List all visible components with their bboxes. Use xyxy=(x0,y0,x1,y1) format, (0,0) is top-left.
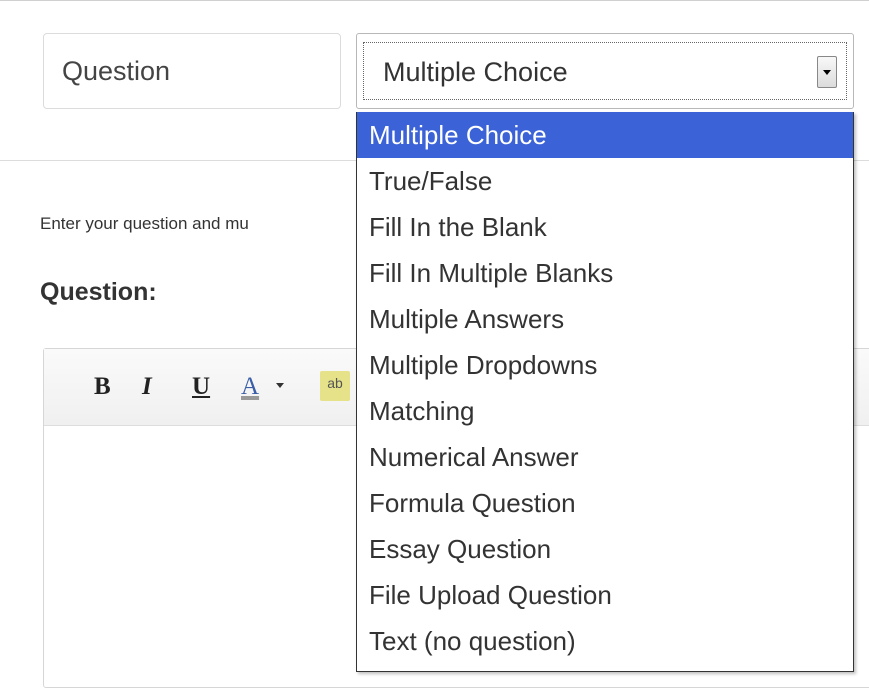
question-label: Question: xyxy=(40,278,157,306)
question-type-value: Multiple Choice xyxy=(383,57,568,87)
question-type-dropdown: Multiple Choice True/False Fill In the B… xyxy=(356,112,854,672)
font-color-button[interactable]: A xyxy=(241,367,259,407)
font-color-chevron-icon[interactable] xyxy=(276,383,284,388)
italic-button[interactable]: I xyxy=(142,367,152,407)
option-essay-question[interactable]: Essay Question xyxy=(357,526,853,572)
question-name-field[interactable]: Question xyxy=(43,33,341,109)
option-fill-in-the-blank[interactable]: Fill In the Blank xyxy=(357,204,853,250)
option-multiple-choice[interactable]: Multiple Choice xyxy=(357,112,853,158)
option-file-upload-question[interactable]: File Upload Question xyxy=(357,572,853,618)
instructions-lead: Enter your question and mu xyxy=(40,214,249,233)
underline-button[interactable]: U xyxy=(192,367,210,407)
option-matching[interactable]: Matching xyxy=(357,388,853,434)
option-formula-question[interactable]: Formula Question xyxy=(357,480,853,526)
highlight-button[interactable]: ab xyxy=(320,371,350,401)
option-numerical-answer[interactable]: Numerical Answer xyxy=(357,434,853,480)
top-border xyxy=(0,0,869,1)
option-text-no-question[interactable]: Text (no question) xyxy=(357,618,853,664)
option-multiple-dropdowns[interactable]: Multiple Dropdowns xyxy=(357,342,853,388)
chevron-down-icon[interactable] xyxy=(817,56,837,88)
bold-button[interactable]: B xyxy=(94,367,111,407)
question-type-select[interactable]: Multiple Choice xyxy=(356,33,854,109)
option-true-false[interactable]: True/False xyxy=(357,158,853,204)
option-fill-in-multiple-blanks[interactable]: Fill In Multiple Blanks xyxy=(357,250,853,296)
option-multiple-answers[interactable]: Multiple Answers xyxy=(357,296,853,342)
